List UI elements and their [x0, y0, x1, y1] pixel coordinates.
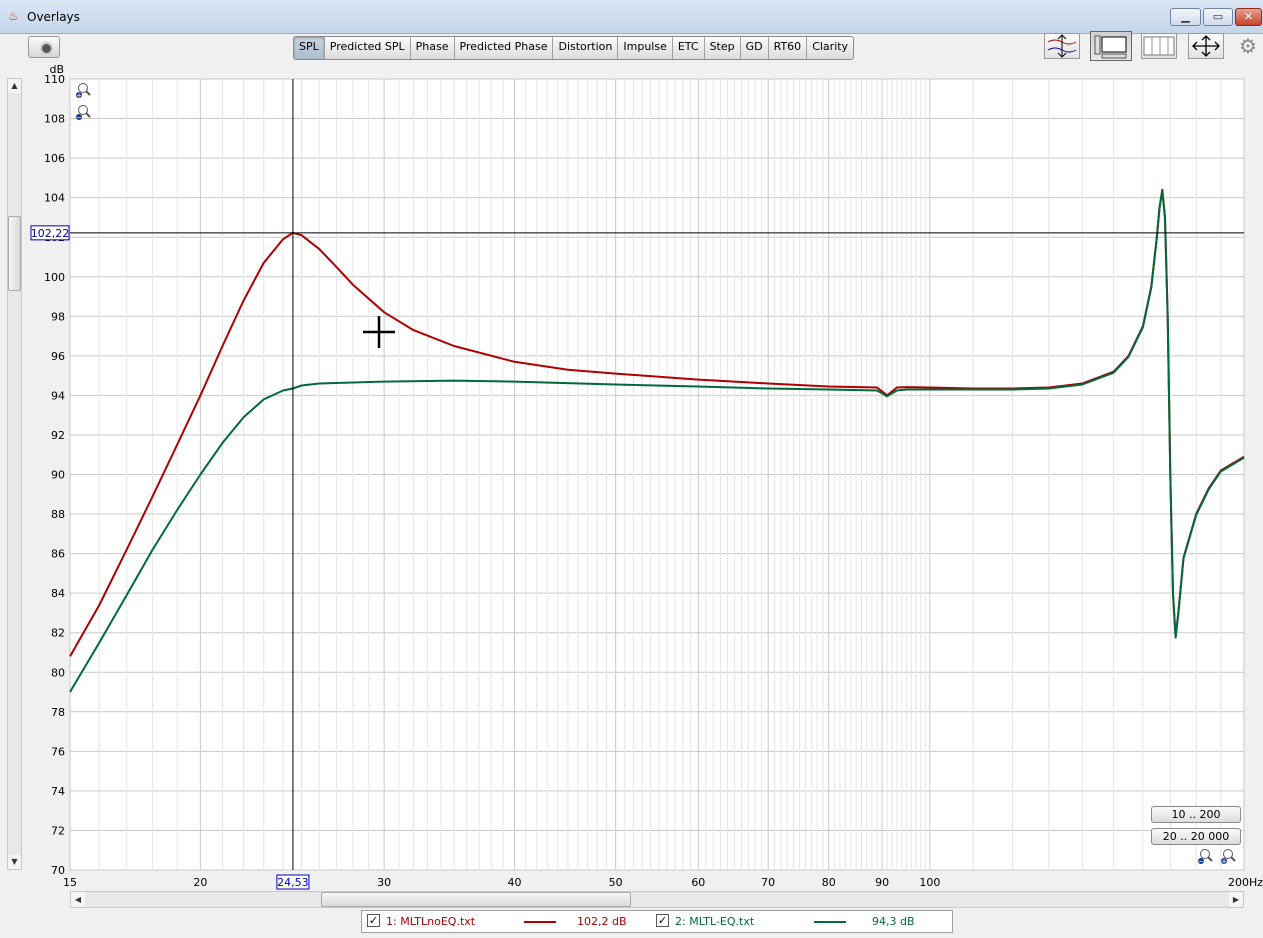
x-tick-label: 90: [875, 876, 889, 889]
series2-swatch: [814, 921, 846, 923]
y-tick-label: 90: [51, 469, 65, 482]
y-tick-label: 72: [51, 824, 65, 837]
y-tick-label: 76: [51, 745, 65, 758]
series2-checkbox[interactable]: ✓: [656, 914, 669, 927]
cursor-y-label: 102,22: [31, 227, 70, 240]
series1-swatch: [524, 921, 556, 923]
svg-text:+: +: [1221, 858, 1227, 866]
y-tick-label: 78: [51, 706, 65, 719]
y-tick-label: 104: [44, 192, 65, 205]
spl-chart: 7072747678808284868890929496981001021041…: [30, 63, 1263, 890]
y-tick-label: 80: [51, 666, 65, 679]
y-tick-label: 106: [44, 152, 65, 165]
series1-checkbox[interactable]: ✓: [367, 914, 380, 927]
horizontal-scrollbar[interactable]: ◀ ▶: [70, 891, 1244, 908]
x-tick-label: 50: [609, 876, 623, 889]
svg-text:−: −: [76, 114, 82, 122]
series2-label: 2: MLTL-EQ.txt: [675, 915, 755, 928]
y-tick-label: 88: [51, 508, 65, 521]
y-tick-label: 98: [51, 310, 65, 323]
y-tick-label: 94: [51, 389, 65, 402]
range-button-20-20000[interactable]: 20 .. 20 000: [1151, 828, 1241, 845]
x-tick-label: 30: [377, 876, 391, 889]
svg-text:−: −: [1198, 858, 1204, 866]
y-tick-label: 84: [51, 587, 65, 600]
x-tick-label: 100: [919, 876, 940, 889]
y-tick-label: 108: [44, 113, 65, 126]
y-tick-label: 96: [51, 350, 65, 363]
series1-label: 1: MLTLnoEQ.txt: [386, 915, 476, 928]
x-tick-label: 15: [63, 876, 77, 889]
cursor-x-label: 24,53: [277, 876, 309, 889]
y-tick-label: 92: [51, 429, 65, 442]
y-tick-label: 86: [51, 548, 65, 561]
x-tick-label: 40: [508, 876, 522, 889]
series2-value: 94,3 dB: [872, 915, 915, 928]
x-tick-label: 80: [822, 876, 836, 889]
horizontal-scroll-thumb[interactable]: [321, 892, 631, 907]
svg-text:+: +: [76, 92, 82, 100]
series1-value: 102,2 dB: [577, 915, 627, 928]
y-tick-label: 100: [44, 271, 65, 284]
y-axis-unit-label: dB: [49, 63, 64, 76]
scroll-left-arrow[interactable]: ◀: [71, 892, 85, 907]
x-tick-label: 200Hz: [1228, 876, 1263, 889]
scroll-right-arrow[interactable]: ▶: [1229, 892, 1243, 907]
y-tick-label: 74: [51, 785, 65, 798]
x-tick-label: 70: [761, 876, 775, 889]
x-tick-label: 60: [691, 876, 705, 889]
range-button-10-200[interactable]: 10 .. 200: [1151, 806, 1241, 823]
y-tick-label: 82: [51, 627, 65, 640]
x-tick-label: 20: [193, 876, 207, 889]
legend-panel: ✓ 1: MLTLnoEQ.txt 102,2 dB ✓ 2: MLTL-EQ.…: [361, 910, 953, 933]
